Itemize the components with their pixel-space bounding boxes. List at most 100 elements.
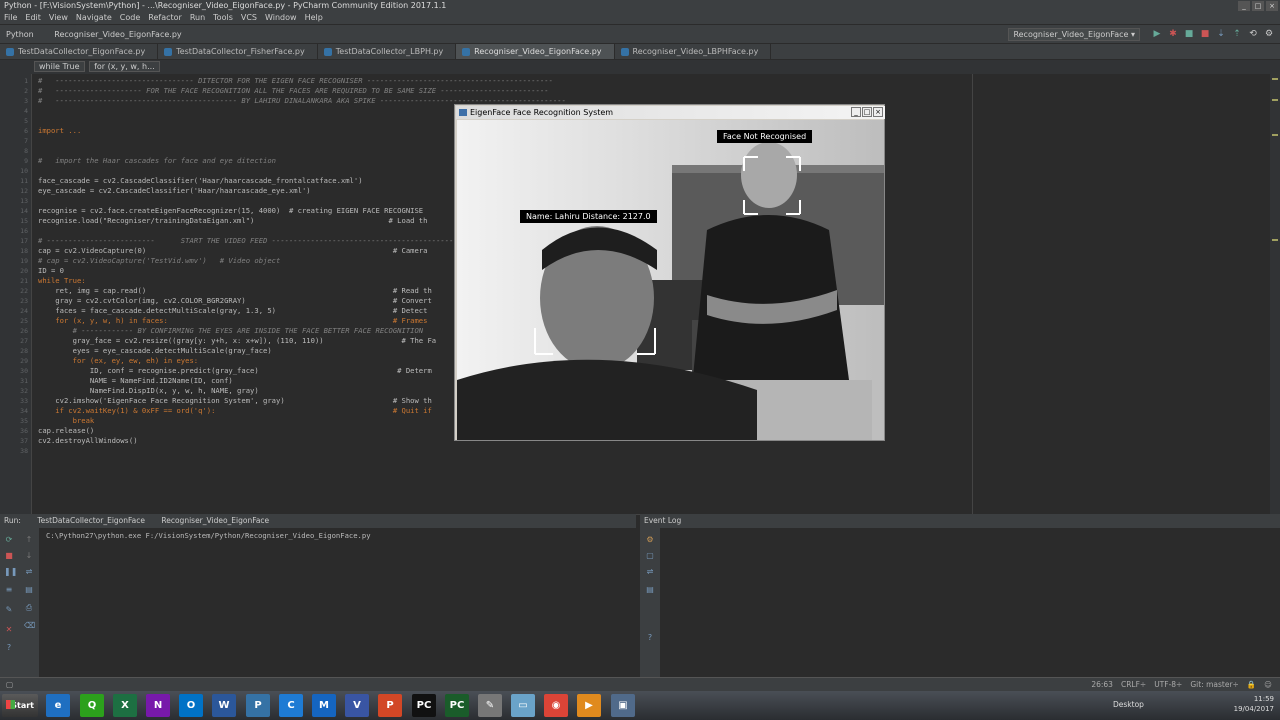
rerun-icon[interactable]: ⟳ [4, 536, 14, 544]
word-icon[interactable]: W [212, 694, 236, 717]
stop-icon[interactable]: ■ [1200, 29, 1210, 40]
vcs-update-icon[interactable]: ⇣ [1216, 29, 1226, 40]
chrome-icon[interactable]: ◉ [544, 694, 568, 717]
history-icon[interactable]: ⟲ [1248, 29, 1258, 40]
down-icon[interactable]: ↓ [24, 552, 34, 560]
help-icon[interactable]: ? [4, 644, 14, 652]
opencv-window-taskbar-icon[interactable]: ▣ [611, 694, 635, 717]
console-output[interactable]: C:\Python27\python.exe F:/VisionSystem/P… [46, 531, 371, 540]
popup-close-button[interactable]: × [873, 107, 883, 117]
line-number: 20 [20, 267, 28, 275]
c-app-icon[interactable]: C [279, 694, 303, 717]
menu-refactor[interactable]: Refactor [148, 12, 182, 24]
event-help-icon[interactable]: ? [645, 634, 655, 642]
menu-file[interactable]: File [4, 12, 17, 24]
inspector-icon[interactable]: ☺ [1264, 678, 1272, 692]
quickbooks-icon[interactable]: Q [80, 694, 104, 717]
visio-icon[interactable]: V [345, 694, 369, 717]
breadcrumb-while[interactable]: while True [34, 61, 85, 72]
lock-icon[interactable]: 🔒 [1247, 678, 1256, 692]
opencv-window-title[interactable]: EigenFace Face Recognition System _ □ × [456, 106, 885, 119]
pycharm-icon[interactable]: PC [412, 694, 436, 717]
ie-icon[interactable]: e [46, 694, 70, 717]
desktop-toolbar-label[interactable]: Desktop [1113, 700, 1144, 709]
menu-window[interactable]: Window [265, 12, 297, 24]
file-encoding[interactable]: UTF-8÷ [1154, 678, 1182, 692]
menu-view[interactable]: View [49, 12, 68, 24]
scroll-end-icon[interactable]: ▤ [24, 586, 34, 594]
tool-icon[interactable]: ✎ [478, 694, 502, 717]
menu-code[interactable]: Code [120, 12, 140, 24]
up-icon[interactable]: ↑ [24, 536, 34, 544]
editor-scrollbar[interactable] [1270, 74, 1280, 514]
settings-icon[interactable]: ⚙ [1264, 29, 1274, 40]
run-tab-recogniser[interactable]: Recogniser_Video_EigonFace [161, 516, 269, 525]
opencv-window[interactable]: EigenFace Face Recognition System _ □ × [454, 104, 885, 441]
caret-position[interactable]: 26:63 [1091, 678, 1113, 692]
close-run-icon[interactable]: ✕ [4, 626, 14, 634]
excel-icon[interactable]: X [113, 694, 137, 717]
maximize-button[interactable]: □ [1252, 1, 1264, 11]
camera-feed: Face Not Recognised Name: Lahiru Distanc… [457, 120, 884, 440]
event-mark-read-icon[interactable]: ▢ [645, 552, 655, 560]
stop-run-icon[interactable]: ■ [4, 552, 14, 560]
tab-testdatacollector-fisherface[interactable]: TestDataCollector_FisherFace.py [158, 44, 318, 59]
coverage-icon[interactable]: ■ [1184, 29, 1194, 40]
code-line[interactable]: # -------------------- FOR THE FACE RECO… [38, 86, 968, 96]
popup-minimize-button[interactable]: _ [851, 107, 861, 117]
line-number: 5 [24, 117, 28, 125]
line-number: 29 [20, 357, 28, 365]
line-separator[interactable]: CRLF÷ [1121, 678, 1146, 692]
print-icon[interactable]: ⎙ [24, 604, 34, 612]
layout-icon[interactable]: ≡ [4, 586, 14, 594]
run-icon[interactable]: ▶ [1152, 29, 1162, 40]
line-number: 22 [20, 287, 28, 295]
powerpoint-icon[interactable]: P [378, 694, 402, 717]
tab-testdatacollector-eigonface[interactable]: TestDataCollector_EigonFace.py [0, 44, 159, 59]
popup-maximize-button[interactable]: □ [862, 107, 872, 117]
nav-project[interactable]: Python [6, 30, 34, 39]
line-number: 24 [20, 307, 28, 315]
pause-icon[interactable]: ❚❚ [4, 568, 17, 576]
line-number: 33 [20, 397, 28, 405]
outlook-icon[interactable]: O [179, 694, 203, 717]
run-configuration-select[interactable]: Recogniser_Video_EigonFace ▾ [1008, 28, 1140, 41]
event-settings-icon[interactable]: ⚙ [645, 536, 655, 544]
vcs-commit-icon[interactable]: ⇡ [1232, 29, 1242, 40]
menu-tools[interactable]: Tools [213, 12, 233, 24]
clear-icon[interactable]: ⌫ [24, 622, 35, 630]
menu-bar: File Edit View Navigate Code Refactor Ru… [0, 12, 1280, 24]
system-tray-clock[interactable]: 11:59 19/04/2017 [1234, 694, 1274, 717]
menu-help[interactable]: Help [305, 12, 323, 24]
tab-recogniser-video-lbphface[interactable]: Recogniser_Video_LBPHFace.py [615, 44, 772, 59]
nav-file[interactable]: Recogniser_Video_EigonFace.py [54, 30, 181, 39]
debug-icon[interactable]: ✱ [1168, 29, 1178, 40]
breadcrumb-for[interactable]: for (x, y, w, h... [89, 61, 160, 72]
start-button[interactable]: Start [2, 694, 38, 717]
menu-edit[interactable]: Edit [25, 12, 41, 24]
tab-recogniser-video-eigonface[interactable]: Recogniser_Video_EigonFace.py [456, 44, 615, 59]
notepad-icon[interactable]: ▭ [511, 694, 535, 717]
menu-navigate[interactable]: Navigate [76, 12, 112, 24]
tool-window-toggle-icon[interactable]: ▢ [6, 678, 13, 692]
onenote-icon[interactable]: N [146, 694, 170, 717]
minimize-button[interactable]: _ [1238, 1, 1250, 11]
m-app-icon[interactable]: M [312, 694, 336, 717]
event-scroll-icon[interactable]: ▤ [645, 586, 655, 594]
pin-icon[interactable]: ✎ [4, 606, 14, 614]
status-bar: ▢ 26:63 CRLF÷ UTF-8÷ Git: master÷ 🔒 ☺ [0, 677, 1280, 691]
menu-run[interactable]: Run [190, 12, 205, 24]
soft-wrap-icon[interactable]: ⇌ [24, 568, 34, 576]
pycharm-active-icon[interactable]: PC [445, 694, 469, 717]
line-number: 31 [20, 377, 28, 385]
run-tab-testdatacollector[interactable]: TestDataCollector_EigonFace [37, 516, 145, 525]
media-player-icon[interactable]: ▶ [577, 694, 601, 717]
line-number: 15 [20, 217, 28, 225]
python-icon[interactable]: P [246, 694, 270, 717]
event-wrap-icon[interactable]: ⇌ [645, 568, 655, 576]
tab-testdatacollector-lbph[interactable]: TestDataCollector_LBPH.py [318, 44, 457, 59]
menu-vcs[interactable]: VCS [241, 12, 257, 24]
close-button[interactable]: × [1266, 1, 1278, 11]
code-line[interactable]: # -------------------------------- DITEC… [38, 76, 968, 86]
git-branch[interactable]: Git: master÷ [1190, 678, 1238, 692]
